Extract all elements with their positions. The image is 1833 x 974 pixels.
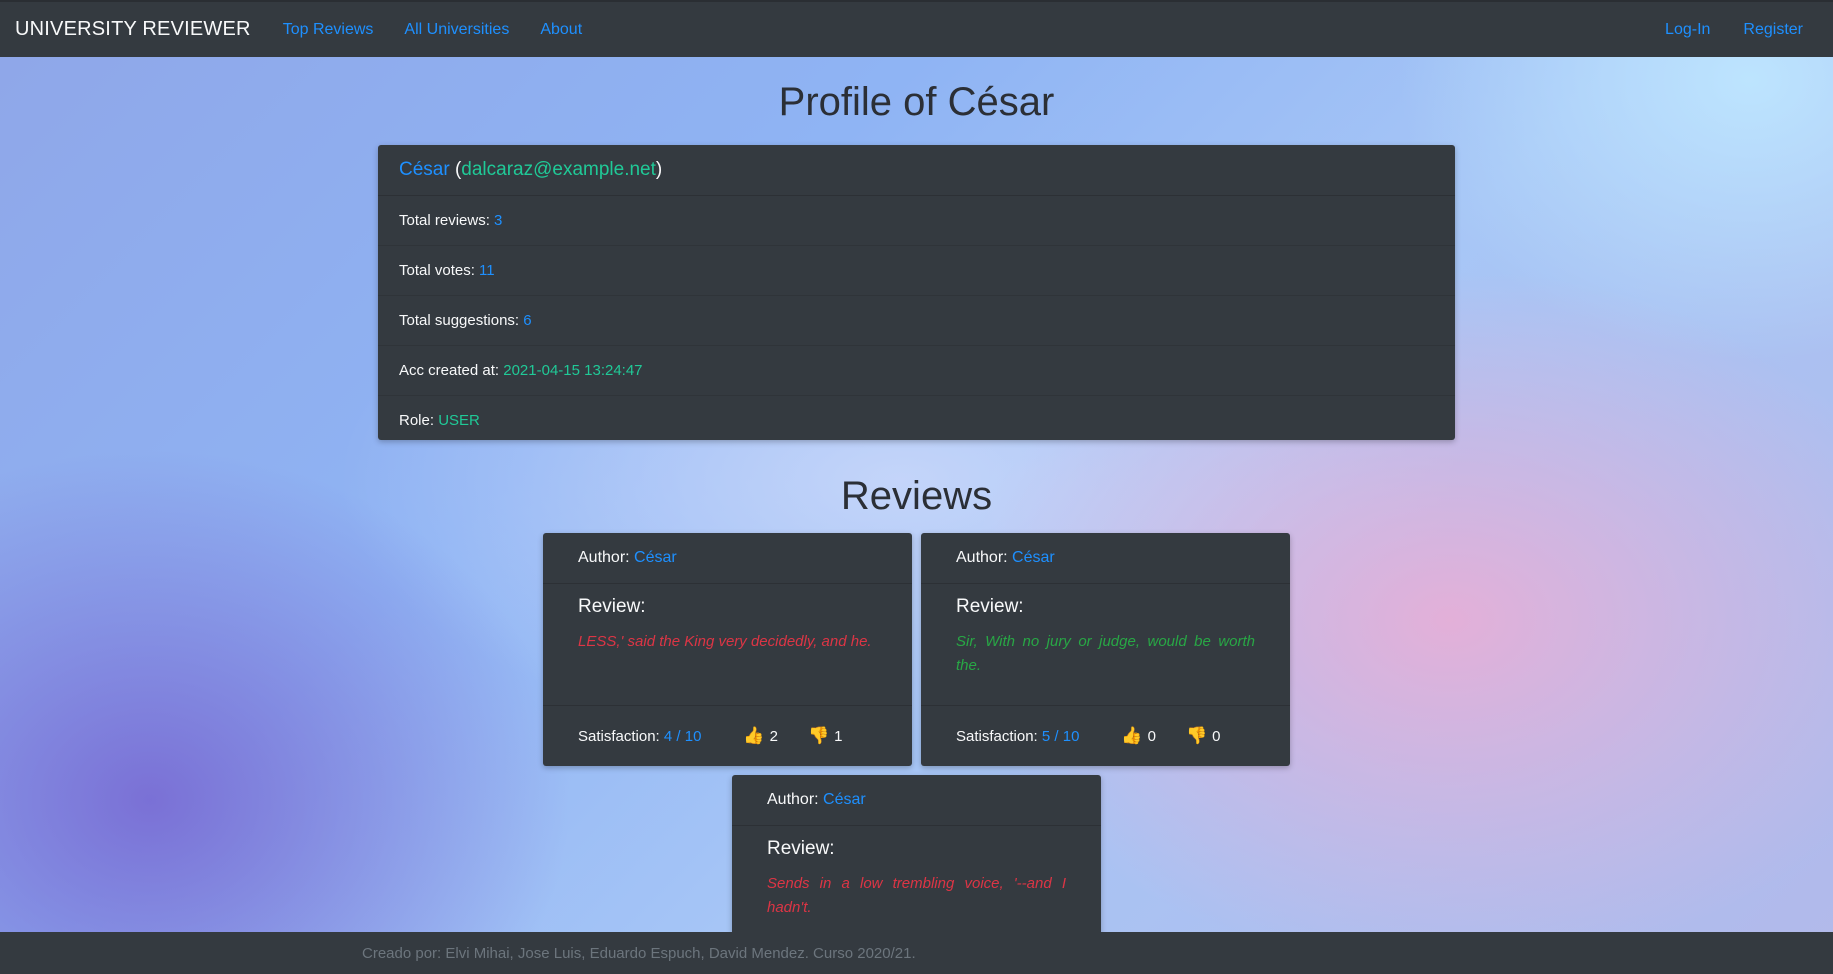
review-label: Review: [956,596,1024,617]
review-author: Author: César [921,533,1290,584]
thumbs-up-icon: 👍 [1121,726,1143,745]
stat-total-suggestions: Total suggestions: 6 [378,296,1455,346]
navbar: UNIVERSITY REVIEWER Top Reviews All Univ… [0,0,1833,57]
reviews-title: Reviews [840,474,993,518]
review-text: Sir, With no jury or judge, would be wor… [956,633,1255,674]
review-author: Author: César [543,533,912,584]
stat-value: 2021-04-15 13:24:47 [503,362,643,379]
nav-about[interactable]: About [540,21,582,39]
downvote-count: 1 [834,727,843,745]
downvote-button[interactable]: 👎 1 [808,726,843,746]
footer-credits: Creado por: Elvi Mihai, Jose Luis, Eduar… [362,944,916,962]
thumbs-up-icon: 👍 [743,726,765,745]
author-link[interactable]: César [634,549,677,567]
login-link[interactable]: Log-In [1665,21,1710,39]
review-label: Review: [578,596,646,617]
stat-created-at: Acc created at: 2021-04-15 13:24:47 [378,346,1455,396]
downvote-count: 0 [1212,727,1221,745]
upvote-button[interactable]: 👍 2 [743,726,778,746]
nav-top-reviews[interactable]: Top Reviews [283,21,374,39]
stat-total-reviews: Total reviews: 3 [378,196,1455,246]
satisfaction-score: 5 / 10 [1041,727,1080,745]
register-link[interactable]: Register [1743,21,1803,39]
profile-header: César (dalcaraz@example.net) [378,145,1455,196]
review-footer: Satisfaction: 5 / 10 👍 0 👎 0 [921,705,1290,766]
stat-value: USER [438,412,480,429]
page-footer: Creado por: Elvi Mihai, Jose Luis, Eduar… [0,932,1833,974]
profile-email-link[interactable]: dalcaraz@example.net [461,159,656,181]
profile-name-link[interactable]: César [399,159,450,181]
profile-card: César (dalcaraz@example.net) Total revie… [378,145,1455,440]
stat-value: 11 [479,262,495,279]
nav-all-universities[interactable]: All Universities [404,21,509,39]
stat-total-votes: Total votes: 11 [378,246,1455,296]
page-title: Profile of César [778,80,1055,124]
downvote-button[interactable]: 👎 0 [1186,726,1221,746]
upvote-button[interactable]: 👍 0 [1121,726,1156,746]
review-body: Review: LESS,' said the King very decide… [543,584,912,654]
stat-role: Role: USER [399,412,480,429]
review-label: Review: [767,838,835,859]
review-footer: Satisfaction: 4 / 10 👍 2 👎 1 [543,705,912,766]
brand[interactable]: UNIVERSITY REVIEWER [15,18,251,41]
review-card: Author: César Review: Sir, With no jury … [921,533,1290,766]
upvote-count: 2 [769,727,778,745]
satisfaction-score: 4 / 10 [663,727,702,745]
review-card: Author: César Review: LESS,' said the Ki… [543,533,912,766]
nav-left: Top Reviews All Universities About [283,21,582,39]
review-text: LESS,' said the King very decidedly, and… [578,633,872,650]
review-body: Review: Sends in a low trembling voice, … [732,826,1101,920]
author-link[interactable]: César [1012,549,1055,567]
review-body: Review: Sir, With no jury or judge, woul… [921,584,1290,678]
thumbs-down-icon: 👎 [1185,726,1208,745]
author-link[interactable]: César [823,791,866,809]
thumbs-down-icon: 👎 [807,726,830,745]
review-author: Author: César [732,775,1101,826]
review-card: Author: César Review: Sends in a low tre… [732,775,1101,955]
stat-value: 6 [523,312,532,329]
upvote-count: 0 [1147,727,1156,745]
stat-value: 3 [494,212,503,229]
nav-right: Log-In Register [1665,21,1803,39]
review-text: Sends in a low trembling voice, '--and I… [767,875,1066,916]
